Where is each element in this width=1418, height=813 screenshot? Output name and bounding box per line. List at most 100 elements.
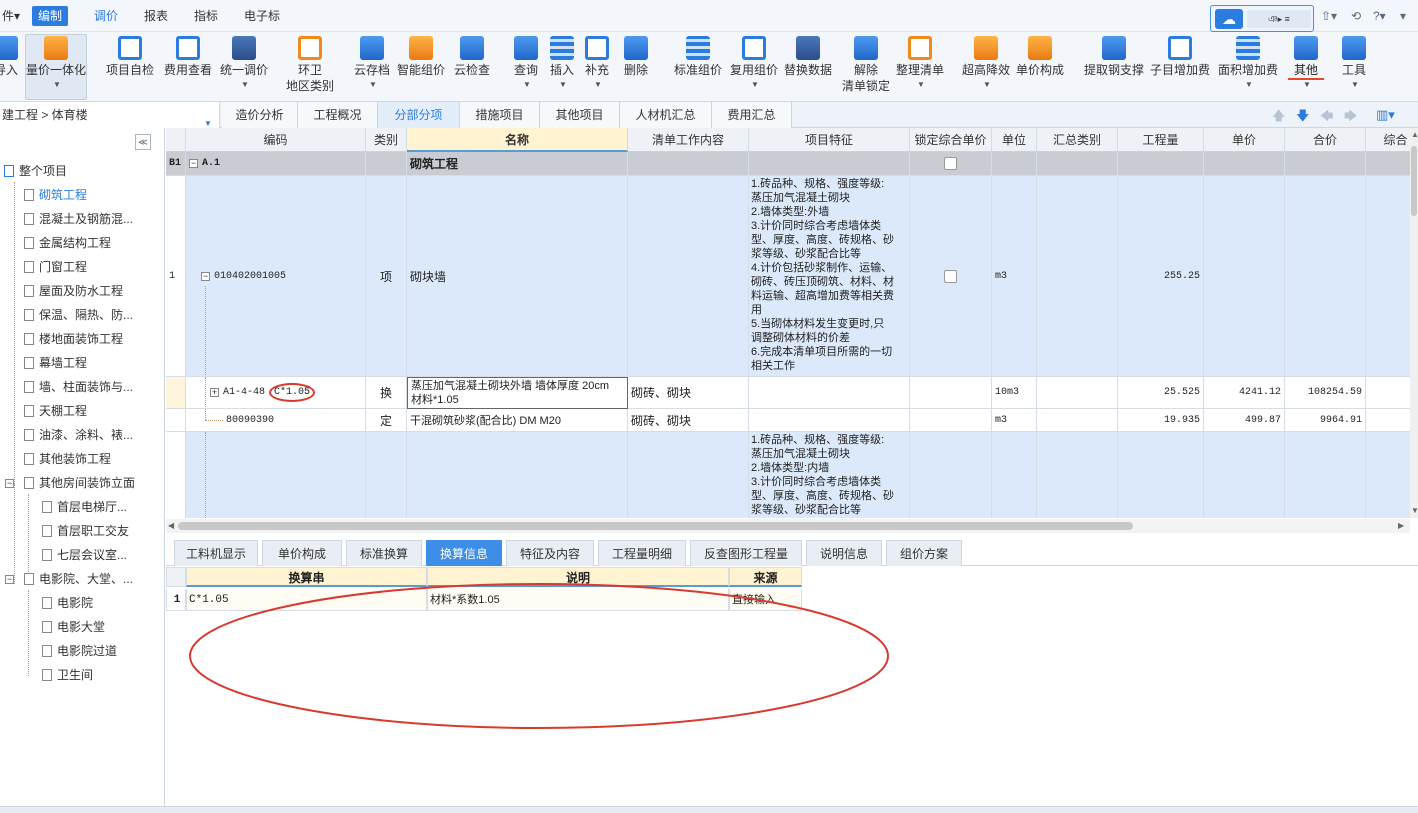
tree-node[interactable]: 金属结构工程 [24,233,111,253]
region-category-button[interactable]: 环卫 地区类别 [282,32,338,102]
tree-node[interactable]: 油漆、涂料、裱... [24,425,133,445]
tree-node[interactable]: 电影院、大堂、... [24,569,133,589]
collapse-toggle-icon[interactable]: − [201,271,210,281]
column-header-name[interactable]: 名称 [407,128,628,152]
table-row-section[interactable]: B1 − A.1 砌筑工程 [166,152,1410,176]
unit-price-composition-button[interactable]: 单价构成 [1014,32,1066,102]
menu-e-bid[interactable]: 电子标 [238,6,286,26]
expand-toggle-icon[interactable]: + [210,388,219,397]
tab-fee-summary[interactable]: 费用汇总 [712,102,792,128]
table-row[interactable]: 1 − 010402001005 项 砌块墙 1.砖品种、规格、强度等级: 蒸压… [166,176,1410,377]
total-cell[interactable] [1285,176,1366,377]
fee-view-button[interactable]: 费用查看 [160,32,216,102]
grid-vertical-scrollbar[interactable]: ▲ ▼ [1410,128,1418,518]
table-row[interactable]: 1.砖品种、规格、强度等级: 蒸压加气混凝土砌块 2.墙体类型:内墙 3.计价同… [166,432,1410,518]
upload-icon[interactable]: ⇧▾ [1321,9,1337,23]
tree-node[interactable]: 其他装饰工程 [24,449,111,469]
code-cell[interactable]: + A1-4-48 C*1.05 [186,377,366,409]
column-header-lock-price[interactable]: 锁定综合单价 [910,128,992,152]
collapse-toggle-icon[interactable]: − [189,159,198,168]
scroll-right-icon[interactable]: ▶ [1398,521,1404,530]
menu-indicator[interactable]: 指标 [188,6,224,26]
tab-labor-material-summary[interactable]: 人材机汇总 [620,102,712,128]
lock-price-cell[interactable] [910,432,992,518]
feature-cell[interactable] [749,409,910,432]
composite-cell[interactable] [1366,176,1410,377]
other-button[interactable]: 其他 ▼ [1288,32,1324,102]
type-cell[interactable] [366,152,407,176]
tree-node[interactable]: 首层电梯厅... [42,497,127,517]
tab-other-items[interactable]: 其他项目 [540,102,620,128]
supplement-button[interactable]: 补充 ▼ [579,32,615,102]
unit-cell[interactable] [992,432,1037,518]
feature-cell[interactable] [749,152,910,176]
unit-cell[interactable]: m3 [992,176,1037,377]
name-cell[interactable]: 砌块墙 [407,176,628,377]
scroll-thumb[interactable] [1411,146,1417,216]
composite-cell[interactable] [1366,152,1410,176]
scroll-thumb[interactable] [178,522,1133,530]
summary-type-cell[interactable] [1037,176,1118,377]
tree-node[interactable]: 幕墙工程 [24,353,87,373]
total-cell[interactable] [1285,432,1366,518]
composite-cell[interactable] [1366,432,1410,518]
type-cell[interactable]: 项 [366,176,407,377]
table-row[interactable]: 80090390 定 干混砌筑砂浆(配合比) DM M20 砌砖、砌块 m3 1… [166,409,1410,432]
arrow-down-icon[interactable]: 🡇 [1296,107,1309,129]
type-cell[interactable]: 定 [366,409,407,432]
tab-reverse-quantity[interactable]: 反查图形工程量 [690,540,802,566]
smart-pricing-button[interactable]: 智能组价 [394,32,448,102]
tab-feature-content[interactable]: 特征及内容 [506,540,594,566]
tree-node[interactable]: 天棚工程 [24,401,87,421]
tab-description[interactable]: 说明信息 [806,540,882,566]
query-button[interactable]: 查询 ▼ [508,32,544,102]
work-cell[interactable] [628,176,749,377]
super-high-button[interactable]: 超高降效 ▼ [960,32,1012,102]
name-cell[interactable] [407,432,628,518]
column-settings-icon[interactable]: ▥▾ [1376,107,1395,123]
tab-pricing-plan[interactable]: 组价方案 [886,540,962,566]
menu-edit[interactable]: 编制 [32,6,69,26]
tree-node-root[interactable]: 整个项目 [4,161,67,181]
more-icon[interactable]: ▾ [1400,9,1406,23]
scroll-up-icon[interactable]: ▲ [1411,130,1418,139]
tree-node[interactable]: 七层会议室... [42,545,127,565]
self-check-button[interactable]: 项目自检 [102,32,158,102]
work-cell[interactable] [628,152,749,176]
quantity-cell[interactable]: 19.935 [1118,409,1204,432]
scroll-down-icon[interactable]: ▼ [1411,506,1418,515]
tree-node[interactable]: 首层职工交友 [42,521,129,541]
column-header-feature[interactable]: 项目特征 [749,128,910,152]
tree-node[interactable]: 保温、隔热、防... [24,305,133,325]
summary-type-cell[interactable] [1037,377,1118,409]
type-cell[interactable]: 换 [366,377,407,409]
type-cell[interactable] [366,432,407,518]
lock-price-cell[interactable] [910,377,992,409]
tab-unit-price[interactable]: 单价构成 [262,540,342,566]
unit-price-cell[interactable]: 4241.12 [1204,377,1285,409]
unlock-list-button[interactable]: 解除 清单锁定 [840,32,892,102]
name-cell[interactable]: 蒸压加气混凝土砌块外墙 墙体厚度 20cm 材料*1.05 [407,377,628,409]
quantity-cell[interactable] [1118,152,1204,176]
standard-pricing-button[interactable]: 标准组价 [672,32,724,102]
reuse-pricing-button[interactable]: 复用组价 ▼ [728,32,780,102]
column-header-work[interactable]: 清单工作内容 [628,128,749,152]
cloud-check-button[interactable]: 云检查 [450,32,494,102]
menu-report[interactable]: 报表 [138,6,174,26]
collapse-toggle-icon[interactable]: − [5,575,14,584]
breadcrumb[interactable]: 建工程 > 体育楼 ▼ [0,102,220,128]
feature-cell[interactable]: 1.砖品种、规格、强度等级: 蒸压加气混凝土砌块 2.墙体类型:内墙 3.计价同… [749,432,910,518]
lock-price-cell[interactable] [910,176,992,377]
tab-standard-conversion[interactable]: 标准换算 [346,540,422,566]
column-header-unit[interactable]: 单位 [992,128,1037,152]
tree-node[interactable]: 其他房间装饰立面 [24,473,135,493]
work-cell[interactable] [628,432,749,518]
unit-price-cell[interactable]: 499.87 [1204,409,1285,432]
tab-quantity-detail[interactable]: 工程量明细 [598,540,686,566]
total-cell[interactable] [1285,152,1366,176]
code-cell[interactable]: − A.1 [186,152,366,176]
import-button[interactable]: 导入 [0,32,24,102]
column-header-quantity[interactable]: 工程量 [1118,128,1204,152]
quantity-cell[interactable]: 25.525 [1118,377,1204,409]
code-cell[interactable]: 80090390 [186,409,366,432]
